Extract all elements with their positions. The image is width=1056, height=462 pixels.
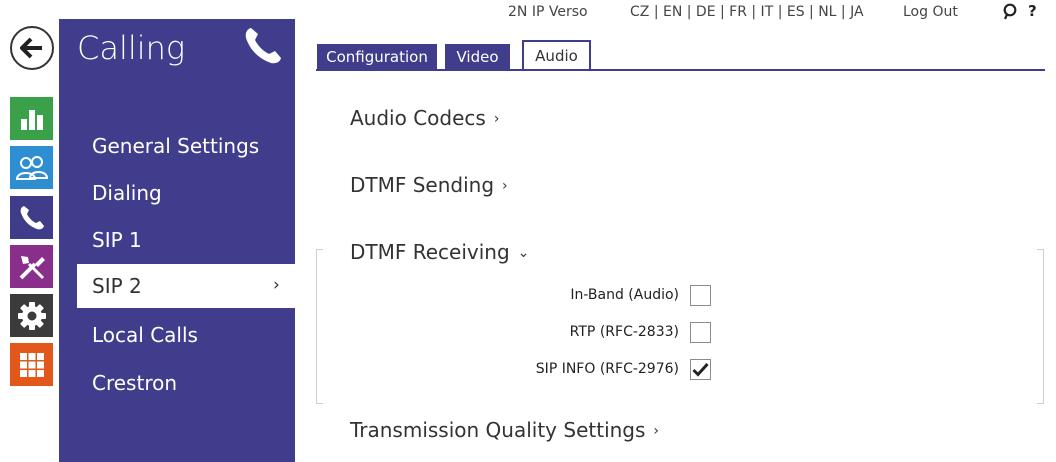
bar-chart-icon bbox=[20, 109, 43, 130]
tab-audio[interactable]: Audio bbox=[522, 40, 591, 71]
sidebar-item-sip2[interactable]: SIP 2 › bbox=[77, 264, 295, 308]
rtp-rfc2833-label: RTP (RFC-2833) bbox=[569, 324, 679, 340]
search-icon[interactable] bbox=[1002, 3, 1018, 21]
sidebar-item-local-calls[interactable]: Local Calls bbox=[77, 313, 295, 357]
section-audio-codecs[interactable]: Audio Codecs › bbox=[350, 106, 499, 130]
chevron-right-icon: › bbox=[493, 111, 500, 127]
sidebar-item-label: Crestron bbox=[92, 371, 178, 395]
phone-icon bbox=[245, 28, 281, 64]
sidebar-item-sip1[interactable]: SIP 1 bbox=[77, 218, 295, 262]
tab-configuration[interactable]: Configuration bbox=[317, 44, 437, 69]
sidebar-item-general-settings[interactable]: General Settings bbox=[77, 124, 295, 168]
help-icon[interactable]: ? bbox=[1028, 2, 1037, 20]
tabs-underline bbox=[316, 69, 1045, 71]
phone-icon bbox=[20, 205, 44, 229]
services-menu-button[interactable] bbox=[10, 294, 53, 337]
tab-video[interactable]: Video bbox=[445, 44, 510, 69]
language-selector[interactable]: CZ | EN | DE | FR | IT | ES | NL | JA bbox=[630, 4, 864, 20]
sidebar-item-label: SIP 2 bbox=[92, 274, 142, 298]
in-band-audio-label: In-Band (Audio) bbox=[570, 287, 679, 303]
users-icon bbox=[15, 155, 48, 180]
status-menu-button[interactable] bbox=[10, 97, 53, 140]
calling-sidebar: Calling General Settings Dialing SIP 1 S… bbox=[59, 19, 295, 462]
section-dtmf-receiving[interactable]: DTMF Receiving ⌄ bbox=[350, 240, 529, 264]
section-dtmf-sending[interactable]: DTMF Sending › bbox=[350, 173, 508, 197]
back-button[interactable] bbox=[10, 26, 54, 70]
chevron-down-icon: ⌄ bbox=[517, 245, 530, 261]
back-arrow-icon bbox=[20, 37, 42, 59]
grid-icon bbox=[19, 352, 44, 377]
sip-info-rfc2976-checkbox[interactable] bbox=[690, 359, 711, 380]
chevron-right-icon: › bbox=[653, 423, 660, 439]
rtp-rfc2833-checkbox[interactable] bbox=[690, 322, 711, 343]
device-name: 2N IP Verso bbox=[508, 4, 588, 20]
section-title: Transmission Quality Settings bbox=[350, 418, 646, 442]
sidebar-item-crestron[interactable]: Crestron bbox=[77, 361, 295, 405]
sip-info-rfc2976-label: SIP INFO (RFC-2976) bbox=[535, 361, 679, 377]
hardware-menu-button[interactable] bbox=[10, 245, 53, 288]
sidebar-item-label: SIP 1 bbox=[92, 228, 142, 252]
sidebar-item-dialing[interactable]: Dialing bbox=[77, 171, 295, 215]
sidebar-item-label: Local Calls bbox=[92, 323, 198, 347]
chevron-right-icon: › bbox=[502, 178, 508, 194]
sidebar-item-label: Dialing bbox=[92, 181, 162, 205]
in-band-audio-checkbox[interactable] bbox=[690, 285, 711, 306]
section-title: Audio Codecs bbox=[350, 106, 486, 130]
system-menu-button[interactable] bbox=[10, 343, 53, 386]
checkmark-icon bbox=[692, 362, 709, 377]
directory-menu-button[interactable] bbox=[10, 146, 53, 189]
section-frame-left bbox=[316, 249, 324, 404]
gear-icon bbox=[17, 301, 46, 330]
section-transmission-quality[interactable]: Transmission Quality Settings › bbox=[350, 418, 659, 442]
section-frame-right bbox=[1036, 249, 1044, 404]
tools-icon bbox=[19, 255, 45, 279]
sidebar-item-label: General Settings bbox=[92, 134, 260, 158]
chevron-right-icon: › bbox=[273, 275, 280, 295]
section-title: DTMF Sending bbox=[350, 173, 495, 197]
logout-link[interactable]: Log Out bbox=[903, 4, 958, 20]
sidebar-title: Calling bbox=[77, 29, 186, 67]
section-title: DTMF Receiving bbox=[350, 240, 510, 264]
calling-menu-button[interactable] bbox=[10, 196, 53, 239]
